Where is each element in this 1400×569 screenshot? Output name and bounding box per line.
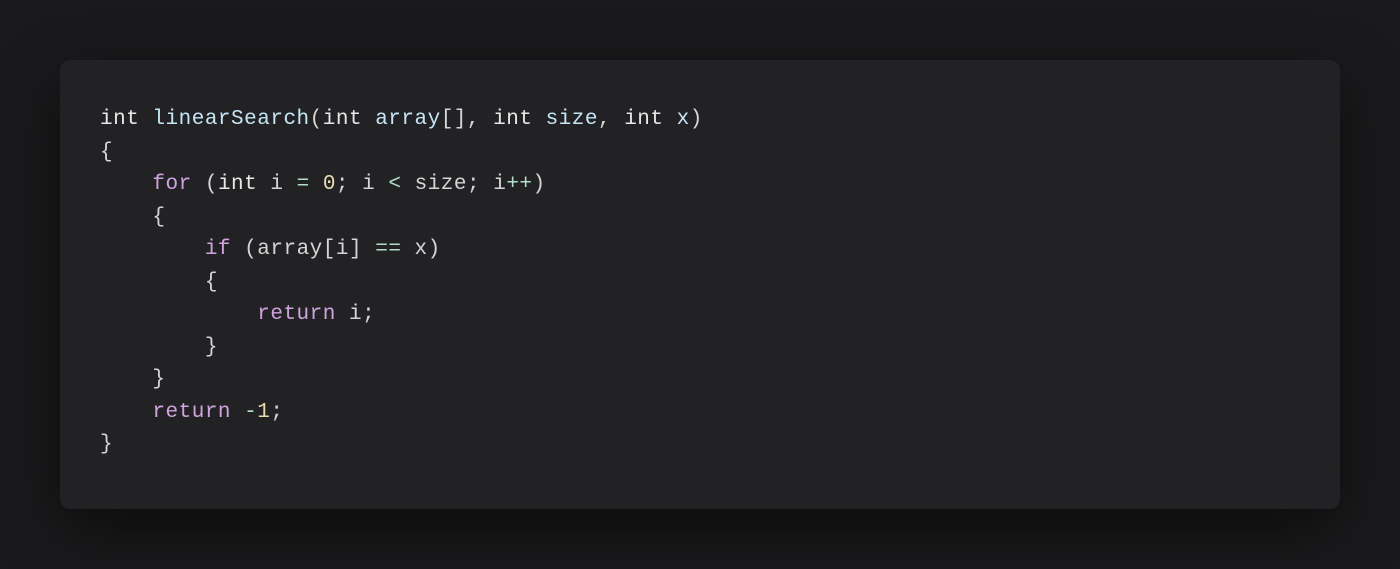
code-token (480, 173, 493, 196)
code-token: int (100, 108, 139, 131)
code-token (257, 173, 270, 196)
code-token: i (362, 173, 375, 196)
code-token: ) (690, 108, 703, 131)
code-block[interactable]: int linearSearch(int array[], int size, … (100, 104, 1300, 462)
code-token (100, 401, 152, 424)
code-token (100, 238, 205, 261)
code-token (336, 303, 349, 326)
code-token: < (388, 173, 401, 196)
code-token (480, 108, 493, 131)
code-token: , (598, 108, 611, 131)
code-token: } (100, 433, 113, 456)
code-line: return -1; (100, 401, 283, 424)
code-token (664, 108, 677, 131)
code-token: i (349, 303, 362, 326)
code-token (100, 173, 152, 196)
code-token (192, 173, 205, 196)
code-token: size (415, 173, 467, 196)
code-token (231, 238, 244, 261)
code-token: return (257, 303, 336, 326)
code-token: ; (362, 303, 375, 326)
code-token: i (336, 238, 349, 261)
code-token: int (624, 108, 663, 131)
code-token: if (205, 238, 231, 261)
code-token: 1 (257, 401, 270, 424)
code-token: { (100, 141, 113, 164)
code-token (375, 173, 388, 196)
code-token (362, 238, 375, 261)
code-token: [ (323, 238, 336, 261)
code-token: = (297, 173, 310, 196)
code-token: array (257, 238, 323, 261)
code-card: int linearSearch(int array[], int size, … (60, 60, 1340, 509)
code-token: i (270, 173, 283, 196)
code-token: ++ (506, 173, 532, 196)
code-token (532, 108, 545, 131)
code-token (362, 108, 375, 131)
code-token: ( (310, 108, 323, 131)
code-token: ; (467, 173, 480, 196)
code-token: { (205, 271, 218, 294)
code-line: } (100, 336, 218, 359)
code-token (283, 173, 296, 196)
code-token: 0 (323, 173, 336, 196)
code-token: int (493, 108, 532, 131)
code-token (100, 336, 205, 359)
code-token: i (493, 173, 506, 196)
code-token: int (323, 108, 362, 131)
code-token (310, 173, 323, 196)
code-token: int (218, 173, 257, 196)
code-token (100, 271, 205, 294)
code-token: array (375, 108, 441, 131)
code-line: { (100, 206, 166, 229)
code-token: } (205, 336, 218, 359)
code-token: ) (428, 238, 441, 261)
code-token (611, 108, 624, 131)
code-token: x (677, 108, 690, 131)
code-token (349, 173, 362, 196)
code-line: } (100, 368, 166, 391)
code-token: ( (205, 173, 218, 196)
code-token: { (152, 206, 165, 229)
code-token: for (152, 173, 191, 196)
code-line: { (100, 141, 113, 164)
code-token: ; (336, 173, 349, 196)
code-token: } (152, 368, 165, 391)
code-token (401, 173, 414, 196)
code-token (100, 368, 152, 391)
code-token: ] (349, 238, 362, 261)
code-token (231, 401, 244, 424)
code-token (100, 303, 257, 326)
code-token: x (415, 238, 428, 261)
code-line: if (array[i] == x) (100, 238, 441, 261)
code-line: for (int i = 0; i < size; i++) (100, 173, 546, 196)
code-token: ; (270, 401, 283, 424)
code-token: size (546, 108, 598, 131)
code-token (100, 206, 152, 229)
code-token: == (375, 238, 401, 261)
code-line: { (100, 271, 218, 294)
code-line: int linearSearch(int array[], int size, … (100, 108, 703, 131)
code-token (139, 108, 152, 131)
code-token: ( (244, 238, 257, 261)
code-token: linearSearch (152, 108, 309, 131)
code-token: - (244, 401, 257, 424)
code-line: } (100, 433, 113, 456)
code-token (401, 238, 414, 261)
code-token: , (467, 108, 480, 131)
code-token: ) (533, 173, 546, 196)
code-token: return (152, 401, 231, 424)
code-token: [] (441, 108, 467, 131)
code-line: return i; (100, 303, 375, 326)
